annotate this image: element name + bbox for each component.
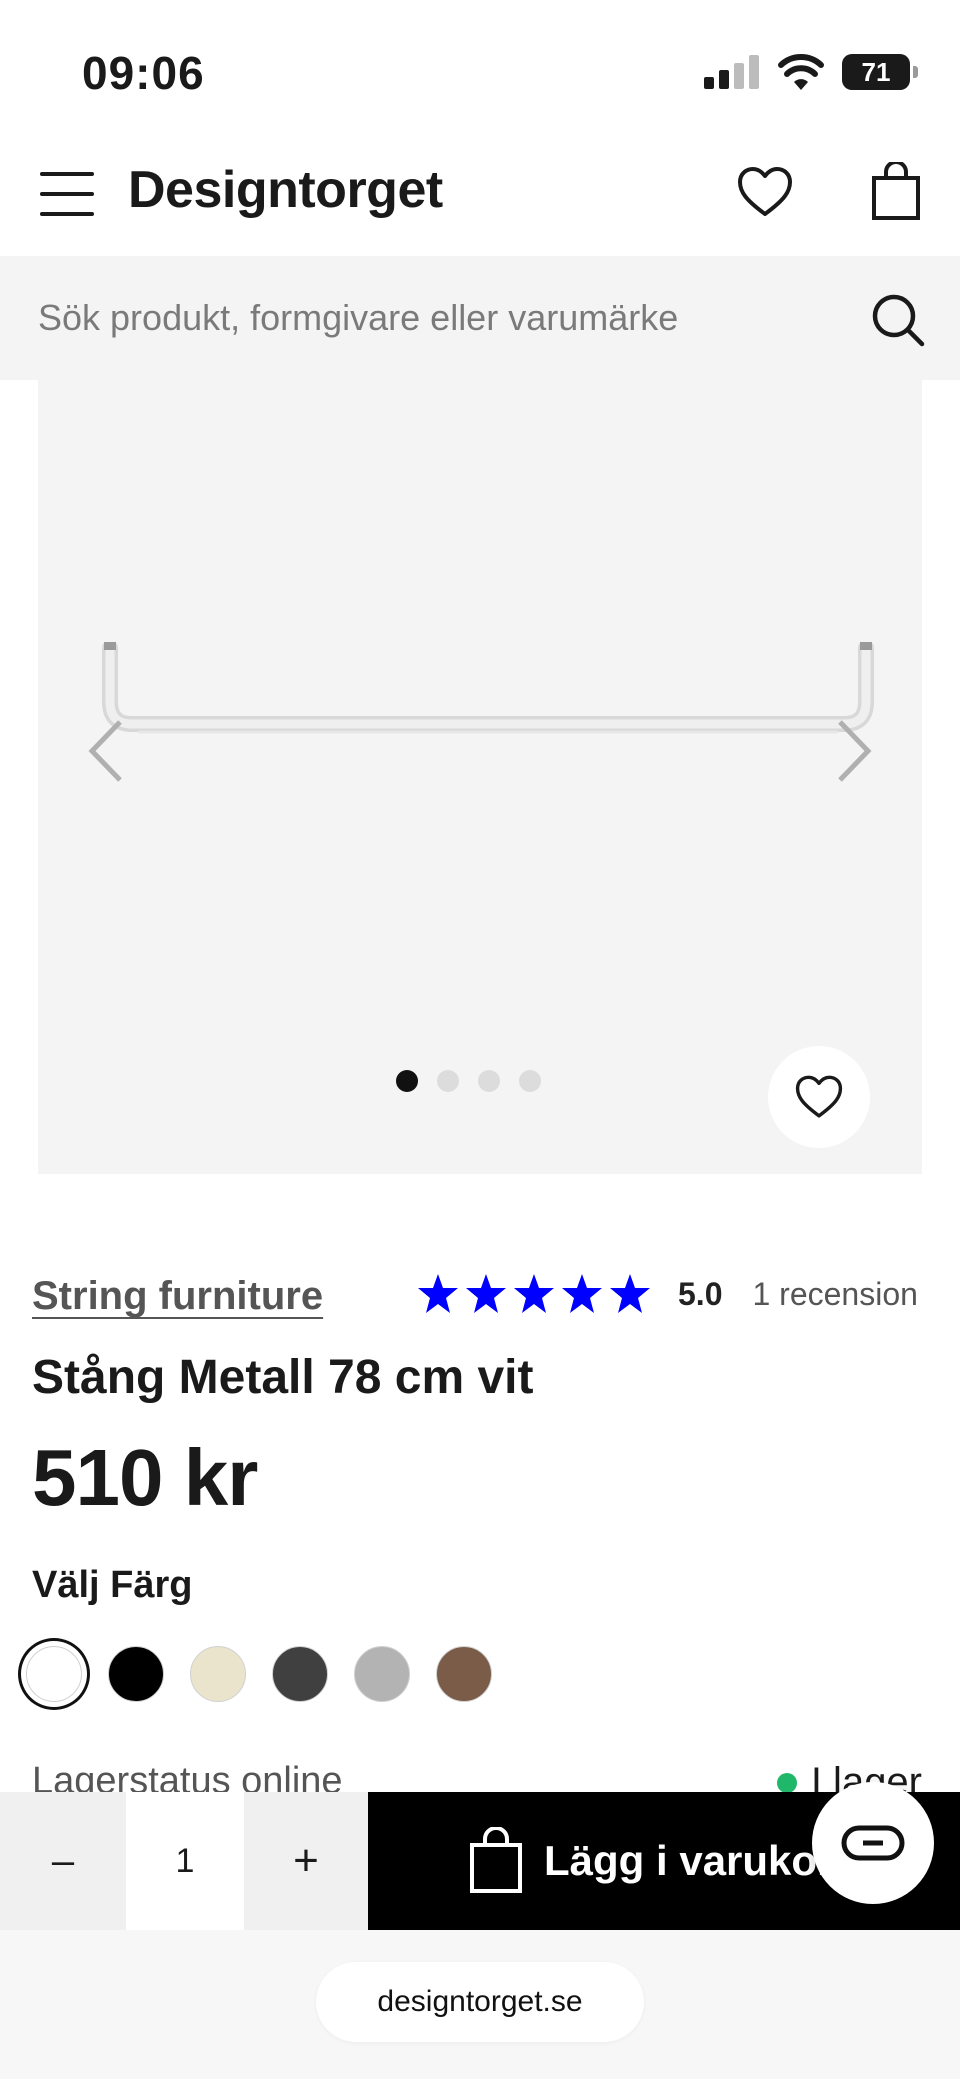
stock-indicator-dot [776, 1772, 797, 1793]
chevron-right-icon[interactable] [834, 716, 874, 786]
browser-bottom-bar: designtorget.se [0, 1930, 960, 2079]
color-swatch-white[interactable] [26, 1646, 82, 1702]
star-icon [466, 1274, 506, 1313]
status-time: 09:06 [82, 47, 205, 99]
product-price: 510 kr [32, 1433, 258, 1522]
color-swatch-grey[interactable] [354, 1646, 410, 1702]
search-input[interactable] [38, 286, 838, 350]
wifi-icon [778, 54, 824, 90]
color-swatch-beige[interactable] [190, 1646, 246, 1702]
color-selector-heading: Välj Färg [32, 1564, 193, 1606]
product-image-gallery[interactable] [38, 380, 922, 1174]
product-title: Stång Metall 78 cm vit [32, 1351, 534, 1404]
star-icon [610, 1274, 650, 1313]
review-count-link[interactable]: 1 recension [752, 1276, 917, 1313]
quantity-input[interactable] [126, 1792, 244, 1930]
star-icon [418, 1274, 458, 1313]
carousel-dot[interactable] [518, 1070, 541, 1092]
product-brand-link[interactable]: String furniture [32, 1274, 323, 1319]
shopping-bag-icon [470, 1827, 522, 1893]
browser-url-bar[interactable]: designtorget.se [316, 1962, 644, 2042]
product-image [102, 642, 874, 734]
wishlist-heart-icon[interactable] [736, 164, 794, 220]
carousel-dot[interactable] [436, 1070, 459, 1092]
product-rating[interactable]: 5.0 1 recension [416, 1272, 918, 1316]
color-swatches [26, 1646, 492, 1702]
quantity-increase-button[interactable]: + [244, 1792, 368, 1930]
rating-value: 5.0 [678, 1275, 723, 1312]
chat-button[interactable] [812, 1782, 934, 1904]
battery-icon: 71 [842, 54, 918, 90]
hamburger-menu-icon[interactable] [40, 172, 94, 216]
star-icon [514, 1274, 554, 1313]
search-bar [0, 256, 960, 380]
chat-link-icon [841, 1825, 905, 1861]
status-bar: 09:06 71 [0, 0, 960, 140]
shopping-bag-icon[interactable] [870, 162, 922, 222]
carousel-dot[interactable] [395, 1070, 418, 1092]
heart-icon [795, 1075, 843, 1118]
site-logo[interactable]: Designtorget [128, 160, 443, 220]
color-swatch-black[interactable] [108, 1646, 164, 1702]
add-to-wishlist-button[interactable] [768, 1046, 870, 1148]
search-icon[interactable] [870, 292, 926, 348]
status-icons: 71 [704, 54, 918, 90]
star-icon [562, 1274, 602, 1313]
site-header: Designtorget [0, 140, 960, 256]
chevron-left-icon[interactable] [86, 716, 126, 786]
quantity-decrease-button[interactable]: – [0, 1792, 126, 1930]
carousel-dot[interactable] [477, 1070, 500, 1092]
rating-stars [416, 1272, 652, 1316]
cellular-signal-icon [704, 55, 759, 89]
color-swatch-brown[interactable] [436, 1646, 492, 1702]
color-swatch-dark-grey[interactable] [272, 1646, 328, 1702]
